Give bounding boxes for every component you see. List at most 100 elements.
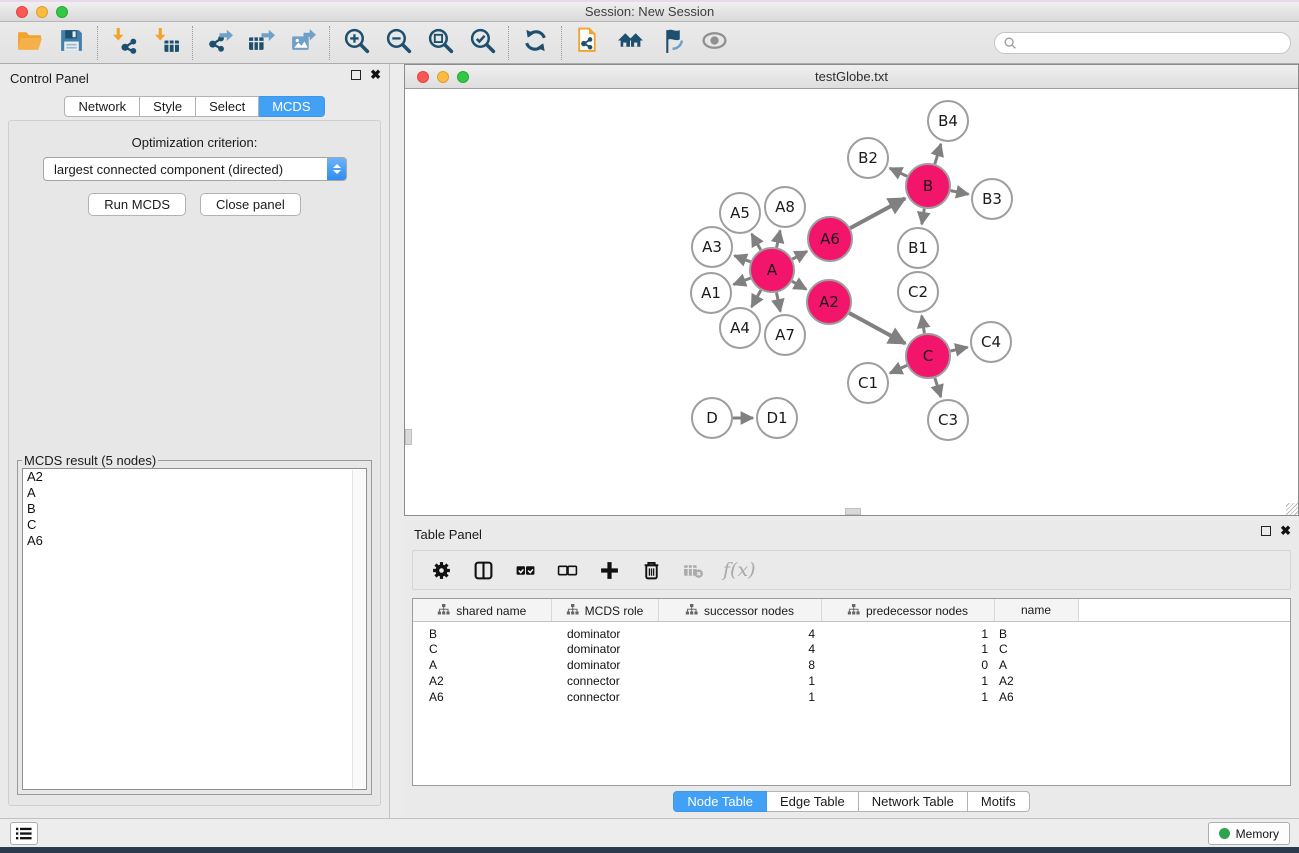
graph-edge[interactable]	[922, 209, 925, 225]
import-network-button[interactable]	[103, 25, 145, 61]
search-input[interactable]	[1022, 35, 1282, 50]
export-network-button[interactable]	[198, 25, 240, 61]
graph-node-C2[interactable]: C2	[898, 272, 938, 312]
close-table-panel-icon[interactable]: ✖	[1280, 526, 1291, 536]
graph-node-A2[interactable]: A2	[807, 280, 851, 324]
memory-button[interactable]: Memory	[1208, 822, 1290, 845]
graph-node-A5[interactable]: A5	[720, 193, 760, 233]
mcds-result-item[interactable]: C	[23, 517, 366, 533]
show-graphics-details-button[interactable]	[693, 25, 735, 61]
float-panel-icon[interactable]	[351, 70, 361, 80]
home-button[interactable]	[609, 25, 651, 61]
graph-node-A3[interactable]: A3	[692, 227, 732, 267]
graph-edge[interactable]	[792, 281, 806, 289]
column-header-name[interactable]: name	[994, 599, 1078, 621]
graph-node-C4[interactable]: C4	[971, 322, 1011, 362]
graph-edge[interactable]	[935, 144, 941, 164]
table-row[interactable]: A2connector11A2	[413, 673, 1290, 689]
close-window-button[interactable]	[16, 6, 28, 18]
close-panel-icon[interactable]: ✖	[370, 70, 381, 80]
zoom-fit-button[interactable]	[419, 25, 461, 61]
graph-edge[interactable]	[752, 234, 761, 250]
graph-node-C1[interactable]: C1	[848, 363, 888, 403]
open-file-button[interactable]	[8, 25, 50, 61]
graph-edge[interactable]	[777, 293, 781, 312]
column-header-mcds-role[interactable]: MCDS role	[551, 599, 658, 621]
refresh-button[interactable]	[514, 25, 556, 61]
mcds-result-item[interactable]: A6	[23, 533, 366, 549]
graph-edge[interactable]	[890, 168, 908, 176]
tab-motifs[interactable]: Motifs	[968, 791, 1030, 812]
graph-edge[interactable]	[792, 251, 807, 259]
export-image-button[interactable]	[282, 25, 324, 61]
graph-node-B[interactable]: B	[906, 164, 950, 208]
graph-edge[interactable]	[734, 256, 750, 262]
graph-node-B1[interactable]: B1	[898, 228, 938, 268]
add-column-icon[interactable]	[597, 558, 621, 582]
export-table-button[interactable]	[240, 25, 282, 61]
resize-grip[interactable]	[1286, 503, 1298, 515]
graph-edge[interactable]	[935, 378, 941, 397]
search-box[interactable]	[994, 32, 1291, 54]
graph-node-C[interactable]: C	[906, 334, 950, 378]
graph-node-B4[interactable]: B4	[928, 101, 968, 141]
deselect-all-icon[interactable]	[555, 558, 579, 582]
network-file-button[interactable]	[567, 25, 609, 61]
column-header-shared-name[interactable]: shared name	[413, 599, 551, 621]
zoom-in-button[interactable]	[335, 25, 377, 61]
tab-network-table[interactable]: Network Table	[859, 791, 968, 812]
zoom-selected-button[interactable]	[461, 25, 503, 61]
hide-graphics-details-button[interactable]	[651, 25, 693, 61]
network-graph[interactable]: B4B2BB3B1A5A8A6A3AA1C2A2A4A7C4CC1C3DD1	[405, 89, 1298, 515]
column-header-successor-nodes[interactable]: successor nodes	[658, 599, 821, 621]
graph-node-B2[interactable]: B2	[848, 138, 888, 178]
network-canvas[interactable]: B4B2BB3B1A5A8A6A3AA1C2A2A4A7C4CC1C3DD1	[405, 89, 1298, 515]
tab-edge-table[interactable]: Edge Table	[767, 791, 859, 812]
tab-node-table[interactable]: Node Table	[673, 791, 767, 812]
task-history-button[interactable]	[10, 822, 38, 845]
zoom-out-button[interactable]	[377, 25, 419, 61]
graph-edge[interactable]	[734, 278, 751, 284]
network-close-button[interactable]	[417, 71, 429, 83]
vertical-scroll-thumb[interactable]	[405, 429, 412, 445]
minimize-window-button[interactable]	[36, 6, 48, 18]
graph-edge[interactable]	[849, 313, 905, 344]
save-session-button[interactable]	[50, 25, 92, 61]
select-all-icon[interactable]	[513, 558, 537, 582]
graph-edge[interactable]	[951, 347, 968, 351]
graph-node-C3[interactable]: C3	[928, 400, 968, 440]
mcds-result-item[interactable]: A	[23, 485, 366, 501]
graph-node-A4[interactable]: A4	[720, 308, 760, 348]
mcds-result-item[interactable]: B	[23, 501, 366, 517]
table-row[interactable]: A6connector11A6	[413, 689, 1290, 705]
close-panel-button[interactable]: Close panel	[200, 193, 301, 216]
criterion-select[interactable]: largest connected component (directed)	[43, 157, 347, 181]
tab-style[interactable]: Style	[140, 96, 196, 117]
column-header-predecessor-nodes[interactable]: predecessor nodes	[821, 599, 994, 621]
table-row[interactable]: Cdominator41C	[413, 641, 1290, 657]
graph-edge[interactable]	[890, 365, 907, 373]
result-scrollbar[interactable]	[352, 470, 365, 788]
network-zoom-button[interactable]	[457, 71, 469, 83]
graph-edge[interactable]	[850, 198, 905, 228]
graph-node-A1[interactable]: A1	[691, 273, 731, 313]
table-row[interactable]: Adominator80A	[413, 657, 1290, 673]
graph-node-A7[interactable]: A7	[765, 315, 805, 355]
graph-edge[interactable]	[777, 231, 781, 248]
import-table-button[interactable]	[145, 25, 187, 61]
graph-node-A[interactable]: A	[750, 248, 794, 292]
table-settings-icon[interactable]	[429, 558, 453, 582]
zoom-window-button[interactable]	[56, 6, 68, 18]
table-row[interactable]: Bdominator41B	[413, 621, 1290, 641]
show-column-icon[interactable]	[471, 558, 495, 582]
run-mcds-button[interactable]: Run MCDS	[88, 193, 186, 216]
float-table-panel-icon[interactable]	[1261, 526, 1271, 536]
graph-node-B3[interactable]: B3	[972, 179, 1012, 219]
graph-edge[interactable]	[922, 316, 925, 334]
graph-edge[interactable]	[752, 290, 761, 307]
graph-node-D1[interactable]: D1	[757, 398, 797, 438]
network-minimize-button[interactable]	[437, 71, 449, 83]
graph-node-A8[interactable]: A8	[765, 187, 805, 227]
graph-node-D[interactable]: D	[692, 398, 732, 438]
tab-select[interactable]: Select	[196, 96, 259, 117]
